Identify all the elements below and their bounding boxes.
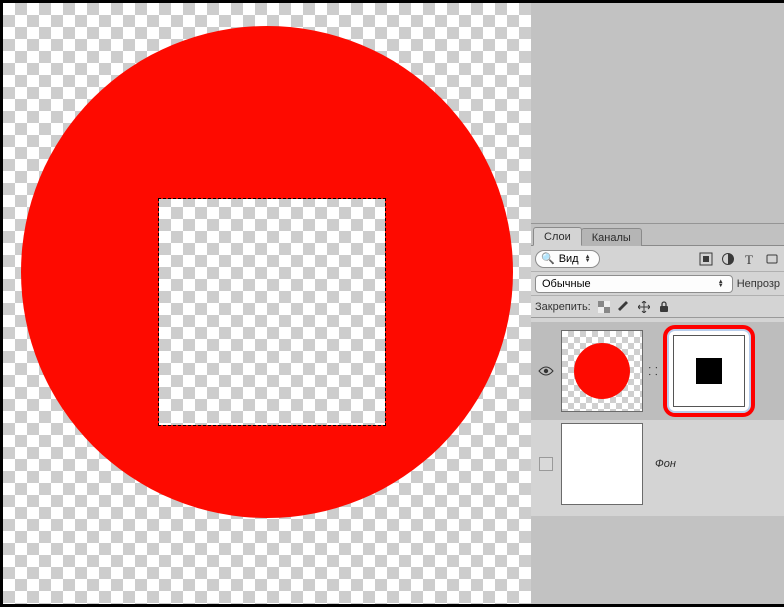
layers-list: ⸬ Фон	[531, 318, 784, 516]
right-panel-column: Слои Каналы 🔍 Вид ▲▼ T	[531, 3, 784, 604]
lock-position-icon[interactable]	[637, 300, 651, 314]
mask-link-icon[interactable]: ⸬	[648, 364, 657, 379]
visibility-eye-icon[interactable]	[538, 365, 554, 377]
layer-filter-row: 🔍 Вид ▲▼ T	[531, 246, 784, 272]
lock-all-icon[interactable]	[657, 300, 671, 314]
layer-thumbnail[interactable]	[561, 423, 643, 505]
lock-paint-icon[interactable]	[617, 300, 631, 314]
tab-channels[interactable]: Каналы	[581, 228, 642, 246]
lock-label: Закрепить:	[535, 301, 591, 313]
filter-type-text-icon[interactable]: T	[742, 251, 758, 267]
thumbnail-content-icon	[574, 343, 630, 399]
layers-panel: Слои Каналы 🔍 Вид ▲▼ T	[531, 223, 784, 516]
filter-type-dropdown[interactable]: 🔍 Вид ▲▼	[535, 250, 600, 268]
tab-layers[interactable]: Слои	[533, 227, 582, 246]
layer-name-label[interactable]: Фон	[647, 458, 676, 470]
filter-adjustment-icon[interactable]	[720, 251, 736, 267]
panel-tabs: Слои Каналы	[531, 224, 784, 246]
layer-thumbnail[interactable]	[561, 330, 643, 412]
visibility-toggle[interactable]	[539, 457, 553, 471]
filter-shape-icon[interactable]	[764, 251, 780, 267]
stepper-arrows-icon: ▲▼	[583, 255, 593, 263]
search-icon: 🔍	[541, 252, 555, 265]
blend-opacity-row: Обычные ▲▼ Непрозр	[531, 272, 784, 296]
layer-row[interactable]: ⸬	[531, 322, 784, 420]
lock-transparency-icon[interactable]	[597, 300, 611, 314]
mask-black-square-icon	[696, 358, 722, 384]
blend-mode-dropdown[interactable]: Обычные ▲▼	[535, 275, 733, 293]
blend-mode-value: Обычные	[542, 278, 591, 290]
stepper-arrows-icon: ▲▼	[716, 280, 726, 288]
mask-content	[673, 335, 745, 407]
filter-pixel-icon[interactable]	[698, 251, 714, 267]
layer-row[interactable]: Фон	[531, 420, 784, 508]
selection-marquee[interactable]	[159, 199, 385, 425]
lock-row: Закрепить:	[531, 296, 784, 318]
canvas-area[interactable]	[3, 3, 531, 604]
layer-mask-thumbnail[interactable]	[663, 325, 755, 417]
opacity-label: Непрозр	[737, 278, 780, 290]
svg-text:T: T	[745, 252, 753, 266]
filter-type-label: Вид	[559, 253, 579, 265]
